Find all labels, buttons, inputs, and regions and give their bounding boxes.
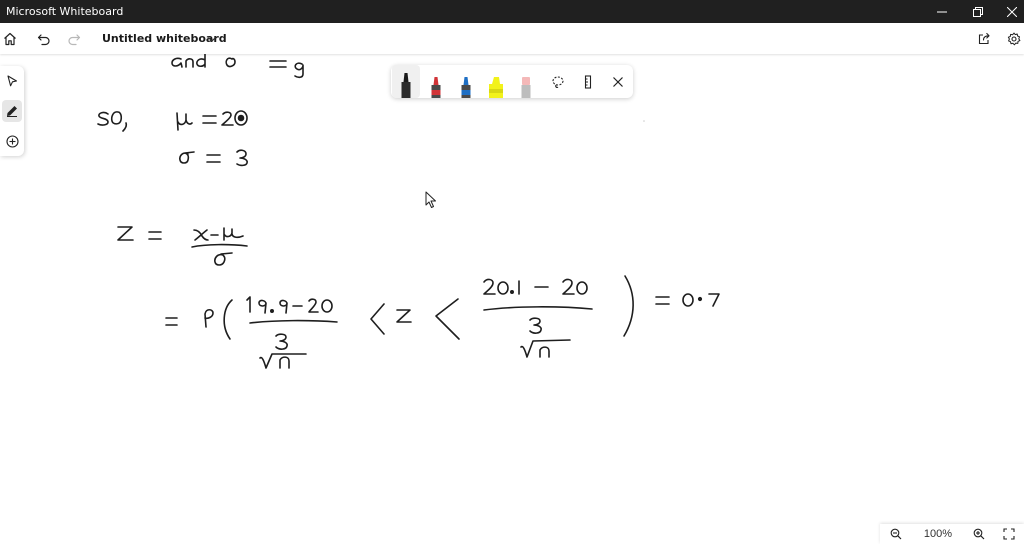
ink-line-and-sigma — [171, 54, 304, 79]
zoom-level[interactable]: 100% — [918, 528, 958, 540]
canvas-speck — [643, 120, 645, 122]
pen-tray — [391, 65, 633, 98]
close-window-button[interactable] — [994, 0, 1024, 23]
whiteboard-canvas[interactable] — [0, 54, 1024, 544]
close-pen-tray-button[interactable] — [605, 65, 631, 98]
undo-button[interactable] — [30, 23, 58, 54]
zoom-out-button[interactable] — [884, 524, 908, 544]
zoom-out-icon — [890, 528, 902, 540]
close-icon — [1007, 6, 1017, 17]
undo-icon — [37, 33, 50, 45]
select-tool-button[interactable] — [2, 70, 22, 92]
redo-button[interactable] — [60, 23, 88, 54]
red-pen-icon — [431, 77, 441, 98]
eraser-icon — [521, 77, 531, 98]
add-icon — [5, 134, 19, 148]
fit-to-screen-button[interactable] — [997, 524, 1021, 544]
black-pen-icon — [401, 73, 411, 98]
blue-pen-icon — [461, 77, 471, 98]
chevron-down-icon — [208, 37, 216, 42]
ruler-icon — [584, 74, 592, 89]
ink-line-probability — [165, 275, 720, 369]
window-titlebar: Microsoft Whiteboard — [0, 0, 1024, 23]
document-menu-toggle[interactable] — [206, 32, 218, 50]
restore-icon — [973, 6, 983, 17]
ink-line-z-formula — [117, 226, 248, 266]
settings-button[interactable] — [1000, 23, 1024, 54]
add-content-button[interactable] — [2, 130, 22, 152]
mouse-cursor-icon — [425, 191, 436, 208]
blue-pen[interactable] — [452, 65, 480, 98]
fit-to-screen-icon — [1003, 528, 1015, 540]
left-toolbar — [0, 66, 24, 156]
red-pen[interactable] — [422, 65, 450, 98]
highlighter-icon — [489, 77, 503, 98]
lasso-select-button[interactable] — [545, 65, 571, 98]
ink-line-so-mu — [97, 110, 248, 132]
pen-icon — [7, 106, 17, 117]
share-button[interactable] — [970, 23, 998, 54]
home-button[interactable] — [0, 23, 24, 54]
yellow-highlighter[interactable] — [482, 65, 510, 98]
zoom-controls: 100% — [880, 524, 1024, 544]
home-icon — [4, 32, 16, 45]
minimize-button[interactable] — [924, 0, 960, 23]
ruler-button[interactable] — [575, 65, 601, 98]
ink-line-sigma-3 — [179, 149, 248, 167]
restore-button[interactable] — [960, 0, 996, 23]
window-title: Microsoft Whiteboard — [6, 5, 124, 18]
zoom-in-button[interactable] — [967, 524, 991, 544]
close-icon — [613, 76, 623, 87]
settings-icon — [1007, 32, 1021, 45]
pen-tool-button[interactable] — [2, 100, 22, 122]
black-pen[interactable] — [392, 65, 420, 98]
app-toolbar: Untitled whiteboard — [0, 23, 1024, 54]
eraser[interactable] — [512, 65, 540, 98]
ink-layer — [97, 54, 720, 369]
zoom-in-icon — [973, 528, 985, 540]
select-arrow-icon — [7, 75, 18, 87]
redo-icon — [68, 33, 81, 45]
share-icon — [978, 32, 990, 44]
lasso-icon — [552, 75, 564, 88]
minimize-icon — [937, 11, 947, 12]
